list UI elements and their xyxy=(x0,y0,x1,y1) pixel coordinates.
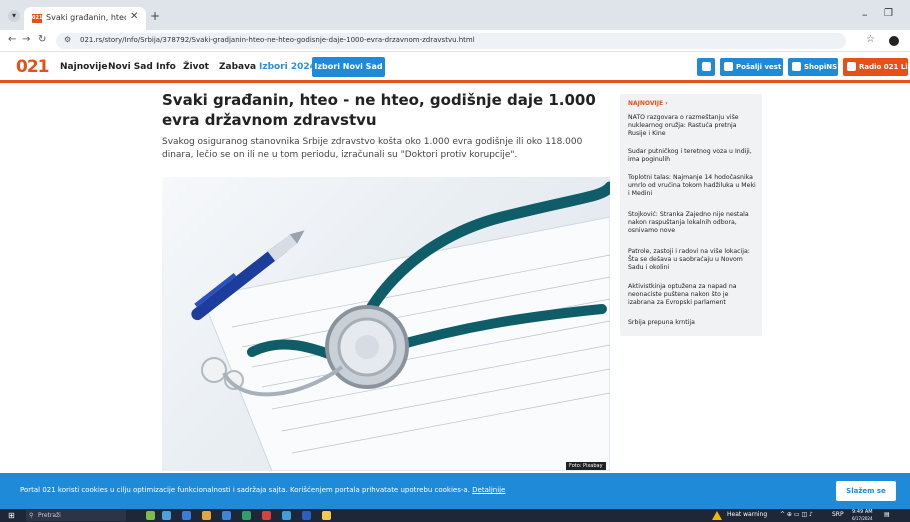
clock-time[interactable]: 9:49 AM xyxy=(852,509,873,515)
nav-najnovije[interactable]: Najnovije xyxy=(60,62,107,72)
shop-icon xyxy=(792,62,801,71)
word-icon[interactable] xyxy=(302,511,311,520)
teams-icon[interactable] xyxy=(242,511,251,520)
radio-live-label: Radio 021 Live xyxy=(859,63,910,71)
article-hero-image xyxy=(162,177,610,471)
nav-novi-sad[interactable]: Novi Sad xyxy=(108,62,153,72)
latest-news-sidebar: NAJNOVIJE › NATO razgovara o razmeštanju… xyxy=(620,94,762,336)
bookmark-star-icon[interactable]: ☆ xyxy=(866,34,875,45)
send-icon xyxy=(724,62,733,71)
notification-icon[interactable]: ▤ xyxy=(884,511,890,518)
news-item[interactable]: Stojković: Stranka Zajedno nije nestala … xyxy=(628,211,756,235)
files-icon[interactable] xyxy=(322,511,331,520)
tab-title: Svaki građanin, hteo - ne hteo xyxy=(46,13,126,22)
site-header: 021 Najnovije Novi Sad Info Život Zabava… xyxy=(0,53,910,83)
warning-icon[interactable] xyxy=(712,511,722,520)
close-icon[interactable]: ✕ xyxy=(130,11,138,22)
minimize-icon[interactable]: – xyxy=(862,8,868,21)
site-logo[interactable]: 021 xyxy=(16,57,49,77)
news-item[interactable]: Toplotni talas: Najmanje 14 hodočasnika … xyxy=(628,174,756,198)
nav-zivot[interactable]: Život xyxy=(183,62,209,72)
cookie-text: Portal 021 koristi cookies u cilju optim… xyxy=(20,486,505,494)
news-item[interactable]: Patrole, zastoji i radovi na više lokaci… xyxy=(628,248,756,272)
radio-live-button[interactable]: Radio 021 Live xyxy=(843,58,910,76)
taskview-icon[interactable] xyxy=(162,511,171,520)
address-bar: ← → ↻ ⚙ 021.rs/story/Info/Srbija/378792/… xyxy=(0,30,910,52)
news-item[interactable]: Sudar putničkog i teretnog voza u Indiji… xyxy=(628,148,756,164)
new-tab-icon[interactable]: + xyxy=(150,9,160,23)
photo-credit: Foto: Pixabay xyxy=(566,462,606,470)
site-info-icon[interactable]: ⚙ xyxy=(64,35,71,44)
back-icon[interactable]: ← xyxy=(8,34,16,45)
article-lead: Svakog osiguranog stanovnika Srbije zdra… xyxy=(162,137,583,160)
browser-tab-active[interactable]: 021 Svaki građanin, hteo - ne hteo ✕ xyxy=(24,7,146,30)
edge-icon[interactable] xyxy=(182,511,191,520)
news-item[interactable]: Aktivistkinja optužena za napad na neona… xyxy=(628,283,756,307)
reload-icon[interactable]: ↻ xyxy=(38,34,46,45)
taskbar-search-input[interactable]: ⚲ Pretraži xyxy=(26,510,126,521)
search-icon: ⚲ xyxy=(29,512,34,519)
language-indicator[interactable]: SRP xyxy=(832,511,844,518)
latest-news-title[interactable]: NAJNOVIJE › xyxy=(628,100,668,107)
izbori-novi-sad-button[interactable]: Izbori Novi Sad xyxy=(312,57,385,77)
url-text: 021.rs/story/Info/Srbija/378792/Svaki-gr… xyxy=(80,36,475,44)
favicon: 021 xyxy=(32,14,43,23)
url-input[interactable]: ⚙ 021.rs/story/Info/Srbija/378792/Svaki-… xyxy=(56,33,846,49)
stethoscope-illustration xyxy=(191,181,610,471)
cookie-details-link[interactable]: Detaljnije xyxy=(472,486,505,494)
search-placeholder: Pretraži xyxy=(38,512,61,519)
restore-icon[interactable]: ❐ xyxy=(884,8,893,19)
nav-izbori-2024[interactable]: Izbori 2024 xyxy=(259,62,316,72)
nav-zabava[interactable]: Zabava xyxy=(219,62,256,72)
posalji-vest-label: Pošalji vest xyxy=(736,63,782,71)
windows-start-icon[interactable]: ⊞ xyxy=(8,511,15,520)
chrome-icon[interactable] xyxy=(262,511,271,520)
article-headline: Svaki građanin, hteo - ne hteo, godišnje… xyxy=(162,91,596,129)
cookie-banner: Portal 021 koristi cookies u cilju optim… xyxy=(0,473,910,509)
accept-cookies-button[interactable]: Slažem se xyxy=(836,481,896,501)
weather-text[interactable]: Heat warning xyxy=(727,511,767,518)
app-icon[interactable] xyxy=(282,511,291,520)
store-icon[interactable] xyxy=(222,511,231,520)
tray-icons[interactable]: ^ ⊕ ▭ ◫ ♪ xyxy=(780,511,813,518)
play-icon xyxy=(847,62,856,71)
shopins-label: ShopiNS xyxy=(804,63,838,71)
forward-icon[interactable]: → xyxy=(22,34,30,45)
tab-search-icon[interactable]: ▾ xyxy=(8,10,20,22)
explorer-icon[interactable] xyxy=(202,511,211,520)
cookie-message: Portal 021 koristi cookies u cilju optim… xyxy=(20,486,470,494)
camera-icon[interactable] xyxy=(697,58,715,76)
clock-date: 6/17/2024 xyxy=(852,516,873,521)
profile-avatar[interactable] xyxy=(889,36,899,46)
nav-info[interactable]: Info xyxy=(156,62,176,72)
shopins-button[interactable]: ShopiNS xyxy=(788,58,838,76)
widgets-icon[interactable] xyxy=(146,511,155,520)
news-item[interactable]: Srbija prepuna krntija xyxy=(628,319,756,327)
os-taskbar: ⊞ ⚲ Pretraži Heat warning ^ ⊕ ▭ ◫ ♪ SRP … xyxy=(0,509,910,522)
posalji-vest-button[interactable]: Pošalji vest xyxy=(720,58,783,76)
news-item[interactable]: NATO razgovara o razmeštanju više nuklea… xyxy=(628,114,756,138)
browser-tab-bar: ▾ 021 Svaki građanin, hteo - ne hteo ✕ +… xyxy=(0,0,910,30)
